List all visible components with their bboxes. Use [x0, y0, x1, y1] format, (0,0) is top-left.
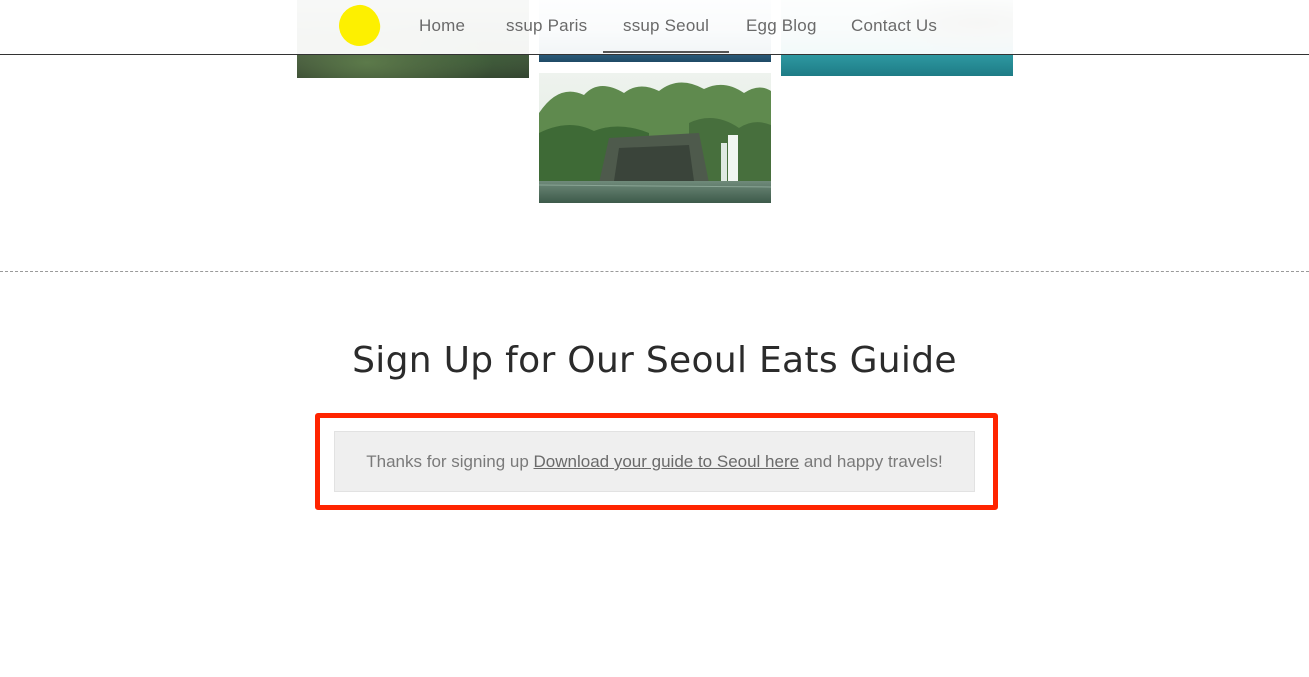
- message-prefix: Thanks for signing up: [366, 452, 534, 471]
- section-divider: [0, 271, 1309, 272]
- nav-item-contact-us[interactable]: Contact Us: [851, 0, 937, 53]
- nav-item-ssup-seoul[interactable]: ssup Seoul: [603, 0, 730, 53]
- nav-item-ssup-paris[interactable]: ssup Paris: [506, 0, 587, 53]
- nav-item-egg-blog[interactable]: Egg Blog: [746, 0, 817, 53]
- message-suffix: and happy travels!: [799, 452, 943, 471]
- download-guide-link[interactable]: Download your guide to Seoul here: [534, 452, 800, 471]
- signup-title: Sign Up for Our Seoul Eats Guide: [352, 340, 957, 381]
- nav-item-home[interactable]: Home: [419, 0, 465, 53]
- page: Home ssup Paris ssup Seoul Egg Blog Cont…: [0, 0, 1309, 677]
- gallery-image-waterfall[interactable]: [539, 73, 771, 203]
- signup-success-message: Thanks for signing up Download your guid…: [334, 431, 975, 492]
